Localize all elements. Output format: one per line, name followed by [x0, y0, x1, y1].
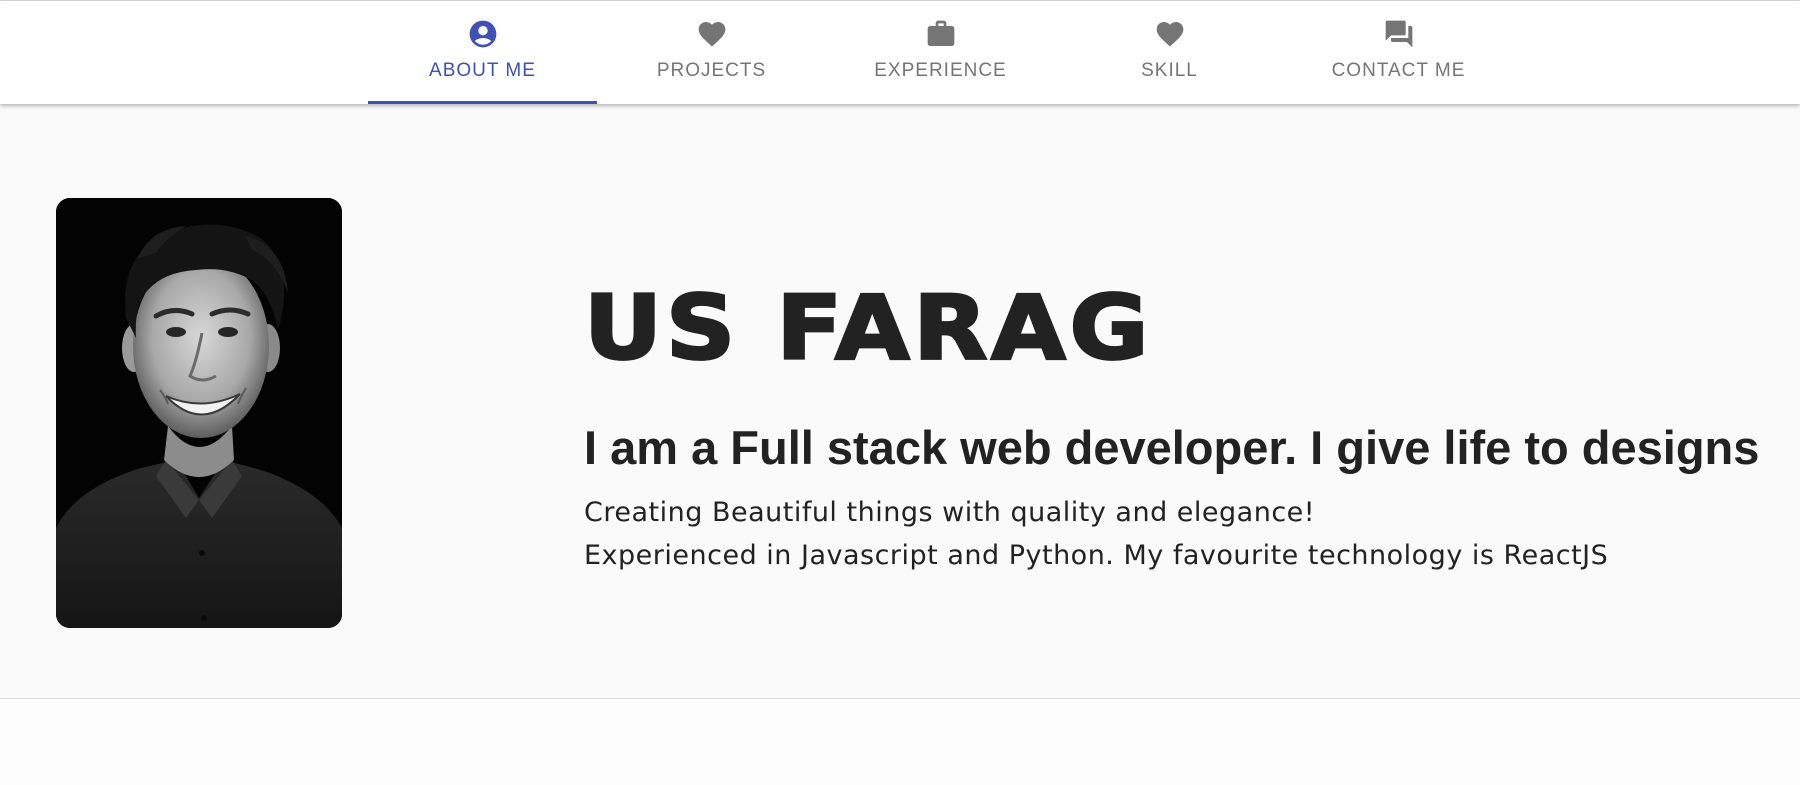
tab-label: SKILL — [1141, 60, 1198, 81]
tab-label: EXPERIENCE — [874, 60, 1007, 81]
top-navigation: ABOUT ME PROJECTS EXPERIENCE SKILL CONTA… — [0, 1, 1800, 104]
account-circle-icon — [467, 18, 499, 50]
tab-contact-me[interactable]: CONTACT ME — [1284, 1, 1513, 104]
briefcase-icon — [925, 18, 957, 50]
tab-label: CONTACT ME — [1331, 60, 1466, 81]
profile-photo — [56, 198, 342, 628]
tab-about-me[interactable]: ABOUT ME — [368, 1, 597, 104]
forum-icon — [1383, 18, 1415, 50]
profile-description-line: Experienced in Javascript and Python. My… — [584, 540, 1609, 571]
tab-skill[interactable]: SKILL — [1055, 1, 1284, 104]
tab-label: PROJECTS — [656, 60, 767, 81]
profile-description-line: Creating Beautiful things with quality a… — [584, 497, 1316, 528]
tab-label: ABOUT ME — [429, 60, 536, 81]
profile-name: US FARAG — [582, 276, 1153, 380]
heart-icon — [696, 18, 728, 50]
next-section — [0, 699, 1800, 785]
tab-experience[interactable]: EXPERIENCE — [826, 1, 1055, 104]
tab-projects[interactable]: PROJECTS — [597, 1, 826, 104]
about-me-section: US FARAG I am a Full stack web developer… — [0, 104, 1800, 698]
active-tab-indicator — [368, 101, 597, 104]
heart-icon — [1154, 18, 1186, 50]
profile-tagline: I am a Full stack web developer. I give … — [584, 421, 1760, 474]
